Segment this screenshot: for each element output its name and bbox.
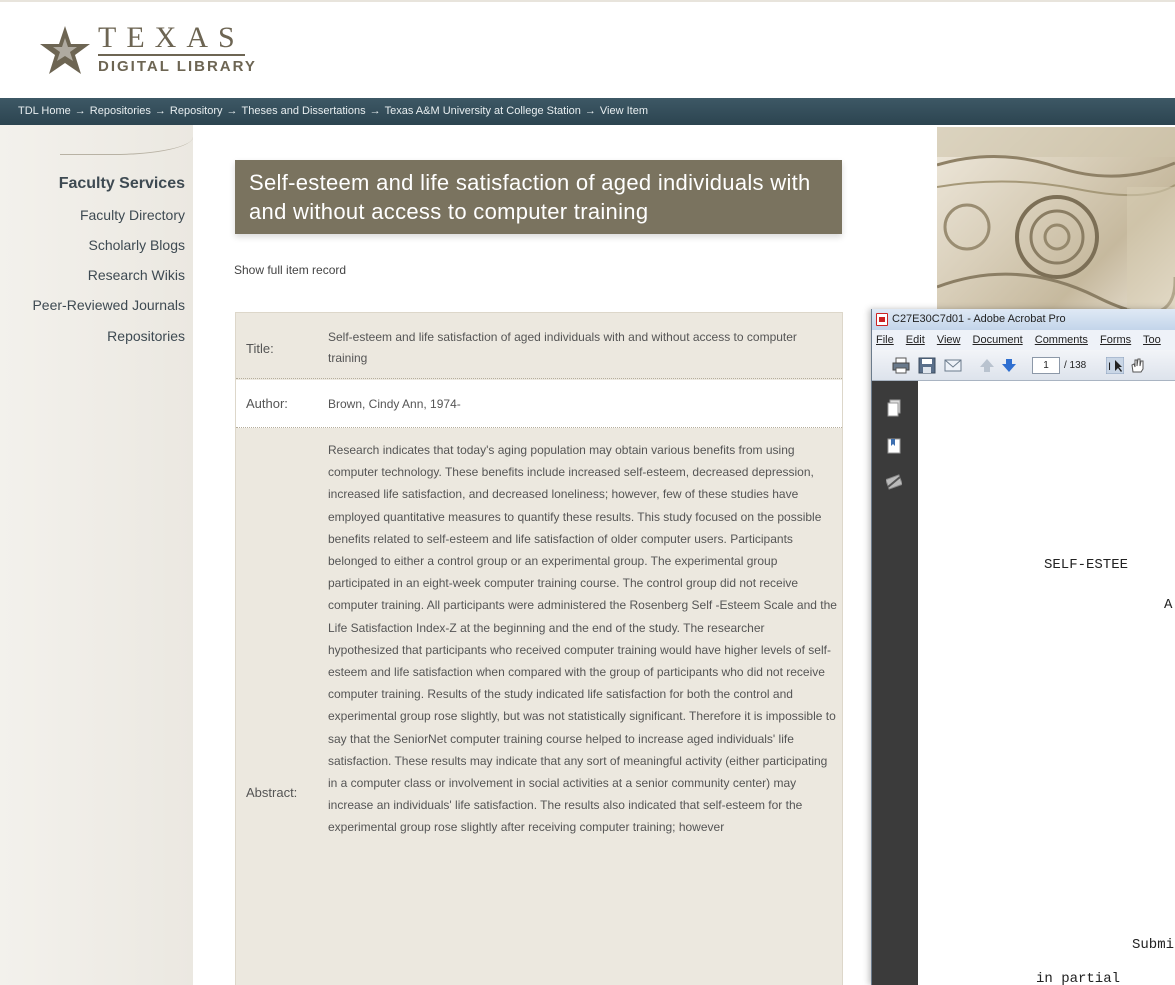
breadcrumb-view-item: View Item	[599, 105, 648, 117]
show-full-record-link[interactable]: Show full item record	[234, 263, 346, 277]
menu-tools[interactable]: Too	[1143, 334, 1161, 346]
acrobat-titlebar[interactable]: C27E30C7d01 - Adobe Acrobat Pro	[872, 309, 1175, 330]
page-total-count: / 138	[1064, 360, 1087, 371]
sidebar-item-research-wikis[interactable]: Research Wikis	[88, 267, 185, 283]
menu-edit[interactable]: Edit	[906, 334, 925, 346]
breadcrumb-separator: →	[74, 105, 86, 117]
page-number-input[interactable]: 1	[1032, 357, 1060, 374]
breadcrumb-repository[interactable]: Repository	[170, 105, 223, 117]
hand-tool-icon[interactable]	[1128, 357, 1146, 374]
next-page-icon[interactable]	[1000, 357, 1018, 374]
pdf-icon	[876, 313, 888, 326]
title-value: Self-esteem and life satisfaction of age…	[328, 330, 797, 365]
abstract-value: Research indicates that today's aging po…	[328, 443, 837, 835]
select-tool-icon[interactable]: I	[1106, 357, 1124, 374]
sidebar-title: Faculty Services	[58, 175, 185, 192]
email-icon[interactable]	[944, 357, 962, 374]
breadcrumb-separator: →	[226, 105, 238, 117]
record-row-abstract: Abstract: Research indicates that today'…	[236, 429, 842, 985]
sidebar-item-repositories[interactable]: Repositories	[107, 328, 185, 344]
breadcrumb-repositories[interactable]: Repositories	[90, 105, 151, 117]
decorative-ionic-capital-image	[937, 127, 1175, 312]
sidebar: Faculty Services Faculty Directory Schol…	[0, 125, 193, 985]
bookmarks-panel-icon[interactable]	[886, 437, 902, 455]
abstract-label: Abstract:	[246, 785, 298, 800]
doc-title-line: SELF-ESTEE	[1044, 557, 1129, 573]
previous-page-icon[interactable]	[978, 357, 996, 374]
acrobat-window-title: C27E30C7d01 - Adobe Acrobat Pro	[892, 313, 1066, 325]
acrobat-navigation-pane	[872, 381, 918, 985]
signatures-panel-icon[interactable]	[886, 473, 902, 491]
sidebar-item-scholarly-blogs[interactable]: Scholarly Blogs	[89, 237, 186, 253]
sidebar-divider	[60, 137, 193, 155]
site-header: TEXAS DIGITAL LIBRARY	[0, 0, 1175, 98]
breadcrumb-texas-am[interactable]: Texas A&M University at College Station	[385, 105, 581, 117]
breadcrumb: TDL Home → Repositories → Repository → Theses …	[0, 98, 1175, 125]
author-label: Author:	[246, 396, 288, 411]
acrobat-document-page[interactable]: SELF-ESTEE A Submi in partial	[918, 381, 1175, 985]
breadcrumb-separator: →	[154, 105, 166, 117]
save-icon[interactable]	[918, 357, 936, 374]
doc-partial-line: in partial	[1036, 971, 1121, 985]
menu-comments[interactable]: Comments	[1035, 334, 1088, 346]
breadcrumb-tdl-home[interactable]: TDL Home	[18, 105, 71, 117]
logo-texas-text: TEXAS	[98, 21, 245, 56]
svg-text:I: I	[1108, 361, 1111, 373]
print-icon[interactable]	[892, 357, 910, 374]
acrobat-toolbar: 1 / 138 I	[872, 350, 1175, 381]
acrobat-window[interactable]: C27E30C7d01 - Adobe Acrobat Pro File Edi…	[871, 309, 1175, 985]
record-row-title: Title: Self-esteem and life satisfaction…	[236, 313, 842, 379]
record-row-author: Author: Brown, Cindy Ann, 1974-	[236, 380, 842, 428]
sidebar-item-peer-reviewed-journals[interactable]: Peer-Reviewed Journals	[32, 297, 185, 313]
page-title: Self-esteem and life satisfaction of age…	[235, 160, 842, 234]
title-label: Title:	[246, 341, 274, 356]
ionic-capital-graphic	[937, 127, 1175, 312]
logo-subtitle: DIGITAL LIBRARY	[98, 58, 257, 75]
texas-digital-library-logo[interactable]: TEXAS DIGITAL LIBRARY	[38, 22, 298, 82]
sidebar-item-faculty-directory[interactable]: Faculty Directory	[80, 207, 185, 223]
acrobat-menubar: File Edit View Document Comments Forms T…	[872, 330, 1175, 350]
menu-forms[interactable]: Forms	[1100, 334, 1131, 346]
menu-document[interactable]: Document	[973, 334, 1023, 346]
pages-panel-icon[interactable]	[886, 399, 902, 417]
item-record-table: Title: Self-esteem and life satisfaction…	[235, 312, 843, 985]
author-value: Brown, Cindy Ann, 1974-	[328, 397, 461, 411]
menu-file[interactable]: File	[876, 334, 894, 346]
menu-view[interactable]: View	[937, 334, 961, 346]
doc-author-line: A	[1164, 597, 1173, 613]
breadcrumb-separator: →	[369, 105, 381, 117]
breadcrumb-separator: →	[584, 105, 596, 117]
doc-submitted-line: Submi	[1132, 937, 1175, 953]
star-logo-icon	[40, 26, 90, 74]
breadcrumb-theses[interactable]: Theses and Dissertations	[242, 105, 366, 117]
